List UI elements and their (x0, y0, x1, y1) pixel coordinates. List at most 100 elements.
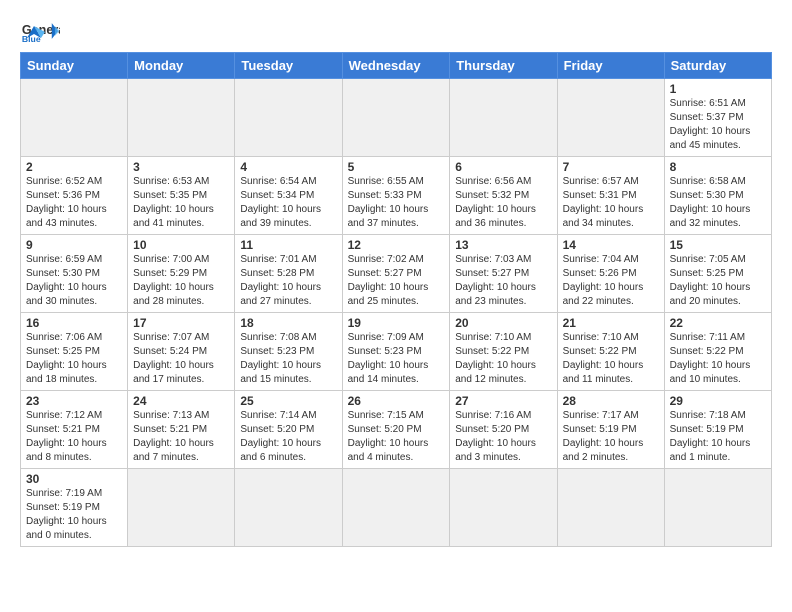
day-number: 15 (670, 238, 766, 252)
calendar-day: 24Sunrise: 7:13 AM Sunset: 5:21 PM Dayli… (128, 391, 235, 469)
day-number: 23 (26, 394, 122, 408)
day-number: 26 (348, 394, 445, 408)
weekday-saturday: Saturday (664, 53, 771, 79)
day-info: Sunrise: 7:05 AM Sunset: 5:25 PM Dayligh… (670, 253, 766, 309)
day-number: 6 (455, 160, 551, 174)
weekday-thursday: Thursday (450, 53, 557, 79)
calendar-week-row: 23Sunrise: 7:12 AM Sunset: 5:21 PM Dayli… (21, 391, 772, 469)
calendar-day: 7Sunrise: 6:57 AM Sunset: 5:31 PM Daylig… (557, 157, 664, 235)
calendar-day (557, 79, 664, 157)
calendar-day (450, 469, 557, 547)
weekday-header-row: SundayMondayTuesdayWednesdayThursdayFrid… (21, 53, 772, 79)
calendar-day: 12Sunrise: 7:02 AM Sunset: 5:27 PM Dayli… (342, 235, 450, 313)
day-number: 19 (348, 316, 445, 330)
day-info: Sunrise: 7:03 AM Sunset: 5:27 PM Dayligh… (455, 253, 551, 309)
calendar-day: 28Sunrise: 7:17 AM Sunset: 5:19 PM Dayli… (557, 391, 664, 469)
calendar-day: 30Sunrise: 7:19 AM Sunset: 5:19 PM Dayli… (21, 469, 128, 547)
day-info: Sunrise: 6:53 AM Sunset: 5:35 PM Dayligh… (133, 175, 229, 231)
calendar-day (21, 79, 128, 157)
day-info: Sunrise: 7:07 AM Sunset: 5:24 PM Dayligh… (133, 331, 229, 387)
calendar-day: 25Sunrise: 7:14 AM Sunset: 5:20 PM Dayli… (235, 391, 342, 469)
calendar-week-row: 2Sunrise: 6:52 AM Sunset: 5:36 PM Daylig… (21, 157, 772, 235)
calendar-day (128, 79, 235, 157)
day-info: Sunrise: 6:59 AM Sunset: 5:30 PM Dayligh… (26, 253, 122, 309)
day-number: 7 (563, 160, 659, 174)
day-info: Sunrise: 7:06 AM Sunset: 5:25 PM Dayligh… (26, 331, 122, 387)
day-info: Sunrise: 7:15 AM Sunset: 5:20 PM Dayligh… (348, 409, 445, 465)
day-info: Sunrise: 6:56 AM Sunset: 5:32 PM Dayligh… (455, 175, 551, 231)
calendar-day (342, 469, 450, 547)
calendar-day: 27Sunrise: 7:16 AM Sunset: 5:20 PM Dayli… (450, 391, 557, 469)
day-info: Sunrise: 6:51 AM Sunset: 5:37 PM Dayligh… (670, 97, 766, 153)
calendar-day: 15Sunrise: 7:05 AM Sunset: 5:25 PM Dayli… (664, 235, 771, 313)
day-info: Sunrise: 7:19 AM Sunset: 5:19 PM Dayligh… (26, 487, 122, 543)
calendar-day: 29Sunrise: 7:18 AM Sunset: 5:19 PM Dayli… (664, 391, 771, 469)
day-number: 13 (455, 238, 551, 252)
day-number: 29 (670, 394, 766, 408)
calendar-day: 19Sunrise: 7:09 AM Sunset: 5:23 PM Dayli… (342, 313, 450, 391)
calendar-day (342, 79, 450, 157)
logo-bird-icon (23, 24, 45, 42)
day-number: 12 (348, 238, 445, 252)
day-info: Sunrise: 7:13 AM Sunset: 5:21 PM Dayligh… (133, 409, 229, 465)
header: General Blue (20, 18, 772, 42)
calendar-week-row: 30Sunrise: 7:19 AM Sunset: 5:19 PM Dayli… (21, 469, 772, 547)
day-info: Sunrise: 7:08 AM Sunset: 5:23 PM Dayligh… (240, 331, 336, 387)
day-info: Sunrise: 7:12 AM Sunset: 5:21 PM Dayligh… (26, 409, 122, 465)
day-number: 30 (26, 472, 122, 486)
day-info: Sunrise: 7:09 AM Sunset: 5:23 PM Dayligh… (348, 331, 445, 387)
weekday-wednesday: Wednesday (342, 53, 450, 79)
day-number: 18 (240, 316, 336, 330)
day-info: Sunrise: 6:55 AM Sunset: 5:33 PM Dayligh… (348, 175, 445, 231)
day-info: Sunrise: 7:04 AM Sunset: 5:26 PM Dayligh… (563, 253, 659, 309)
day-number: 2 (26, 160, 122, 174)
calendar-day (235, 79, 342, 157)
calendar-day (235, 469, 342, 547)
calendar-day: 3Sunrise: 6:53 AM Sunset: 5:35 PM Daylig… (128, 157, 235, 235)
calendar-day: 9Sunrise: 6:59 AM Sunset: 5:30 PM Daylig… (21, 235, 128, 313)
calendar-day: 16Sunrise: 7:06 AM Sunset: 5:25 PM Dayli… (21, 313, 128, 391)
calendar-day: 13Sunrise: 7:03 AM Sunset: 5:27 PM Dayli… (450, 235, 557, 313)
day-number: 8 (670, 160, 766, 174)
weekday-monday: Monday (128, 53, 235, 79)
day-info: Sunrise: 7:14 AM Sunset: 5:20 PM Dayligh… (240, 409, 336, 465)
day-info: Sunrise: 7:01 AM Sunset: 5:28 PM Dayligh… (240, 253, 336, 309)
day-number: 10 (133, 238, 229, 252)
day-number: 20 (455, 316, 551, 330)
day-number: 3 (133, 160, 229, 174)
calendar-day: 5Sunrise: 6:55 AM Sunset: 5:33 PM Daylig… (342, 157, 450, 235)
weekday-tuesday: Tuesday (235, 53, 342, 79)
calendar-day (128, 469, 235, 547)
calendar-day (557, 469, 664, 547)
calendar-day: 26Sunrise: 7:15 AM Sunset: 5:20 PM Dayli… (342, 391, 450, 469)
calendar-day: 1Sunrise: 6:51 AM Sunset: 5:37 PM Daylig… (664, 79, 771, 157)
calendar-day: 4Sunrise: 6:54 AM Sunset: 5:34 PM Daylig… (235, 157, 342, 235)
day-info: Sunrise: 7:02 AM Sunset: 5:27 PM Dayligh… (348, 253, 445, 309)
day-number: 27 (455, 394, 551, 408)
day-info: Sunrise: 6:54 AM Sunset: 5:34 PM Dayligh… (240, 175, 336, 231)
day-info: Sunrise: 7:17 AM Sunset: 5:19 PM Dayligh… (563, 409, 659, 465)
day-number: 24 (133, 394, 229, 408)
calendar-day: 23Sunrise: 7:12 AM Sunset: 5:21 PM Dayli… (21, 391, 128, 469)
day-info: Sunrise: 7:00 AM Sunset: 5:29 PM Dayligh… (133, 253, 229, 309)
day-number: 5 (348, 160, 445, 174)
calendar-week-row: 1Sunrise: 6:51 AM Sunset: 5:37 PM Daylig… (21, 79, 772, 157)
calendar-day: 18Sunrise: 7:08 AM Sunset: 5:23 PM Dayli… (235, 313, 342, 391)
day-number: 25 (240, 394, 336, 408)
day-number: 14 (563, 238, 659, 252)
day-info: Sunrise: 7:10 AM Sunset: 5:22 PM Dayligh… (455, 331, 551, 387)
day-number: 21 (563, 316, 659, 330)
calendar-day: 11Sunrise: 7:01 AM Sunset: 5:28 PM Dayli… (235, 235, 342, 313)
day-info: Sunrise: 7:18 AM Sunset: 5:19 PM Dayligh… (670, 409, 766, 465)
day-info: Sunrise: 6:58 AM Sunset: 5:30 PM Dayligh… (670, 175, 766, 231)
calendar-day: 21Sunrise: 7:10 AM Sunset: 5:22 PM Dayli… (557, 313, 664, 391)
weekday-friday: Friday (557, 53, 664, 79)
calendar-day: 8Sunrise: 6:58 AM Sunset: 5:30 PM Daylig… (664, 157, 771, 235)
day-number: 4 (240, 160, 336, 174)
day-number: 22 (670, 316, 766, 330)
page: General Blue SundayMondayT (0, 0, 792, 557)
calendar-day: 14Sunrise: 7:04 AM Sunset: 5:26 PM Dayli… (557, 235, 664, 313)
calendar-day: 2Sunrise: 6:52 AM Sunset: 5:36 PM Daylig… (21, 157, 128, 235)
calendar-week-row: 16Sunrise: 7:06 AM Sunset: 5:25 PM Dayli… (21, 313, 772, 391)
day-number: 16 (26, 316, 122, 330)
